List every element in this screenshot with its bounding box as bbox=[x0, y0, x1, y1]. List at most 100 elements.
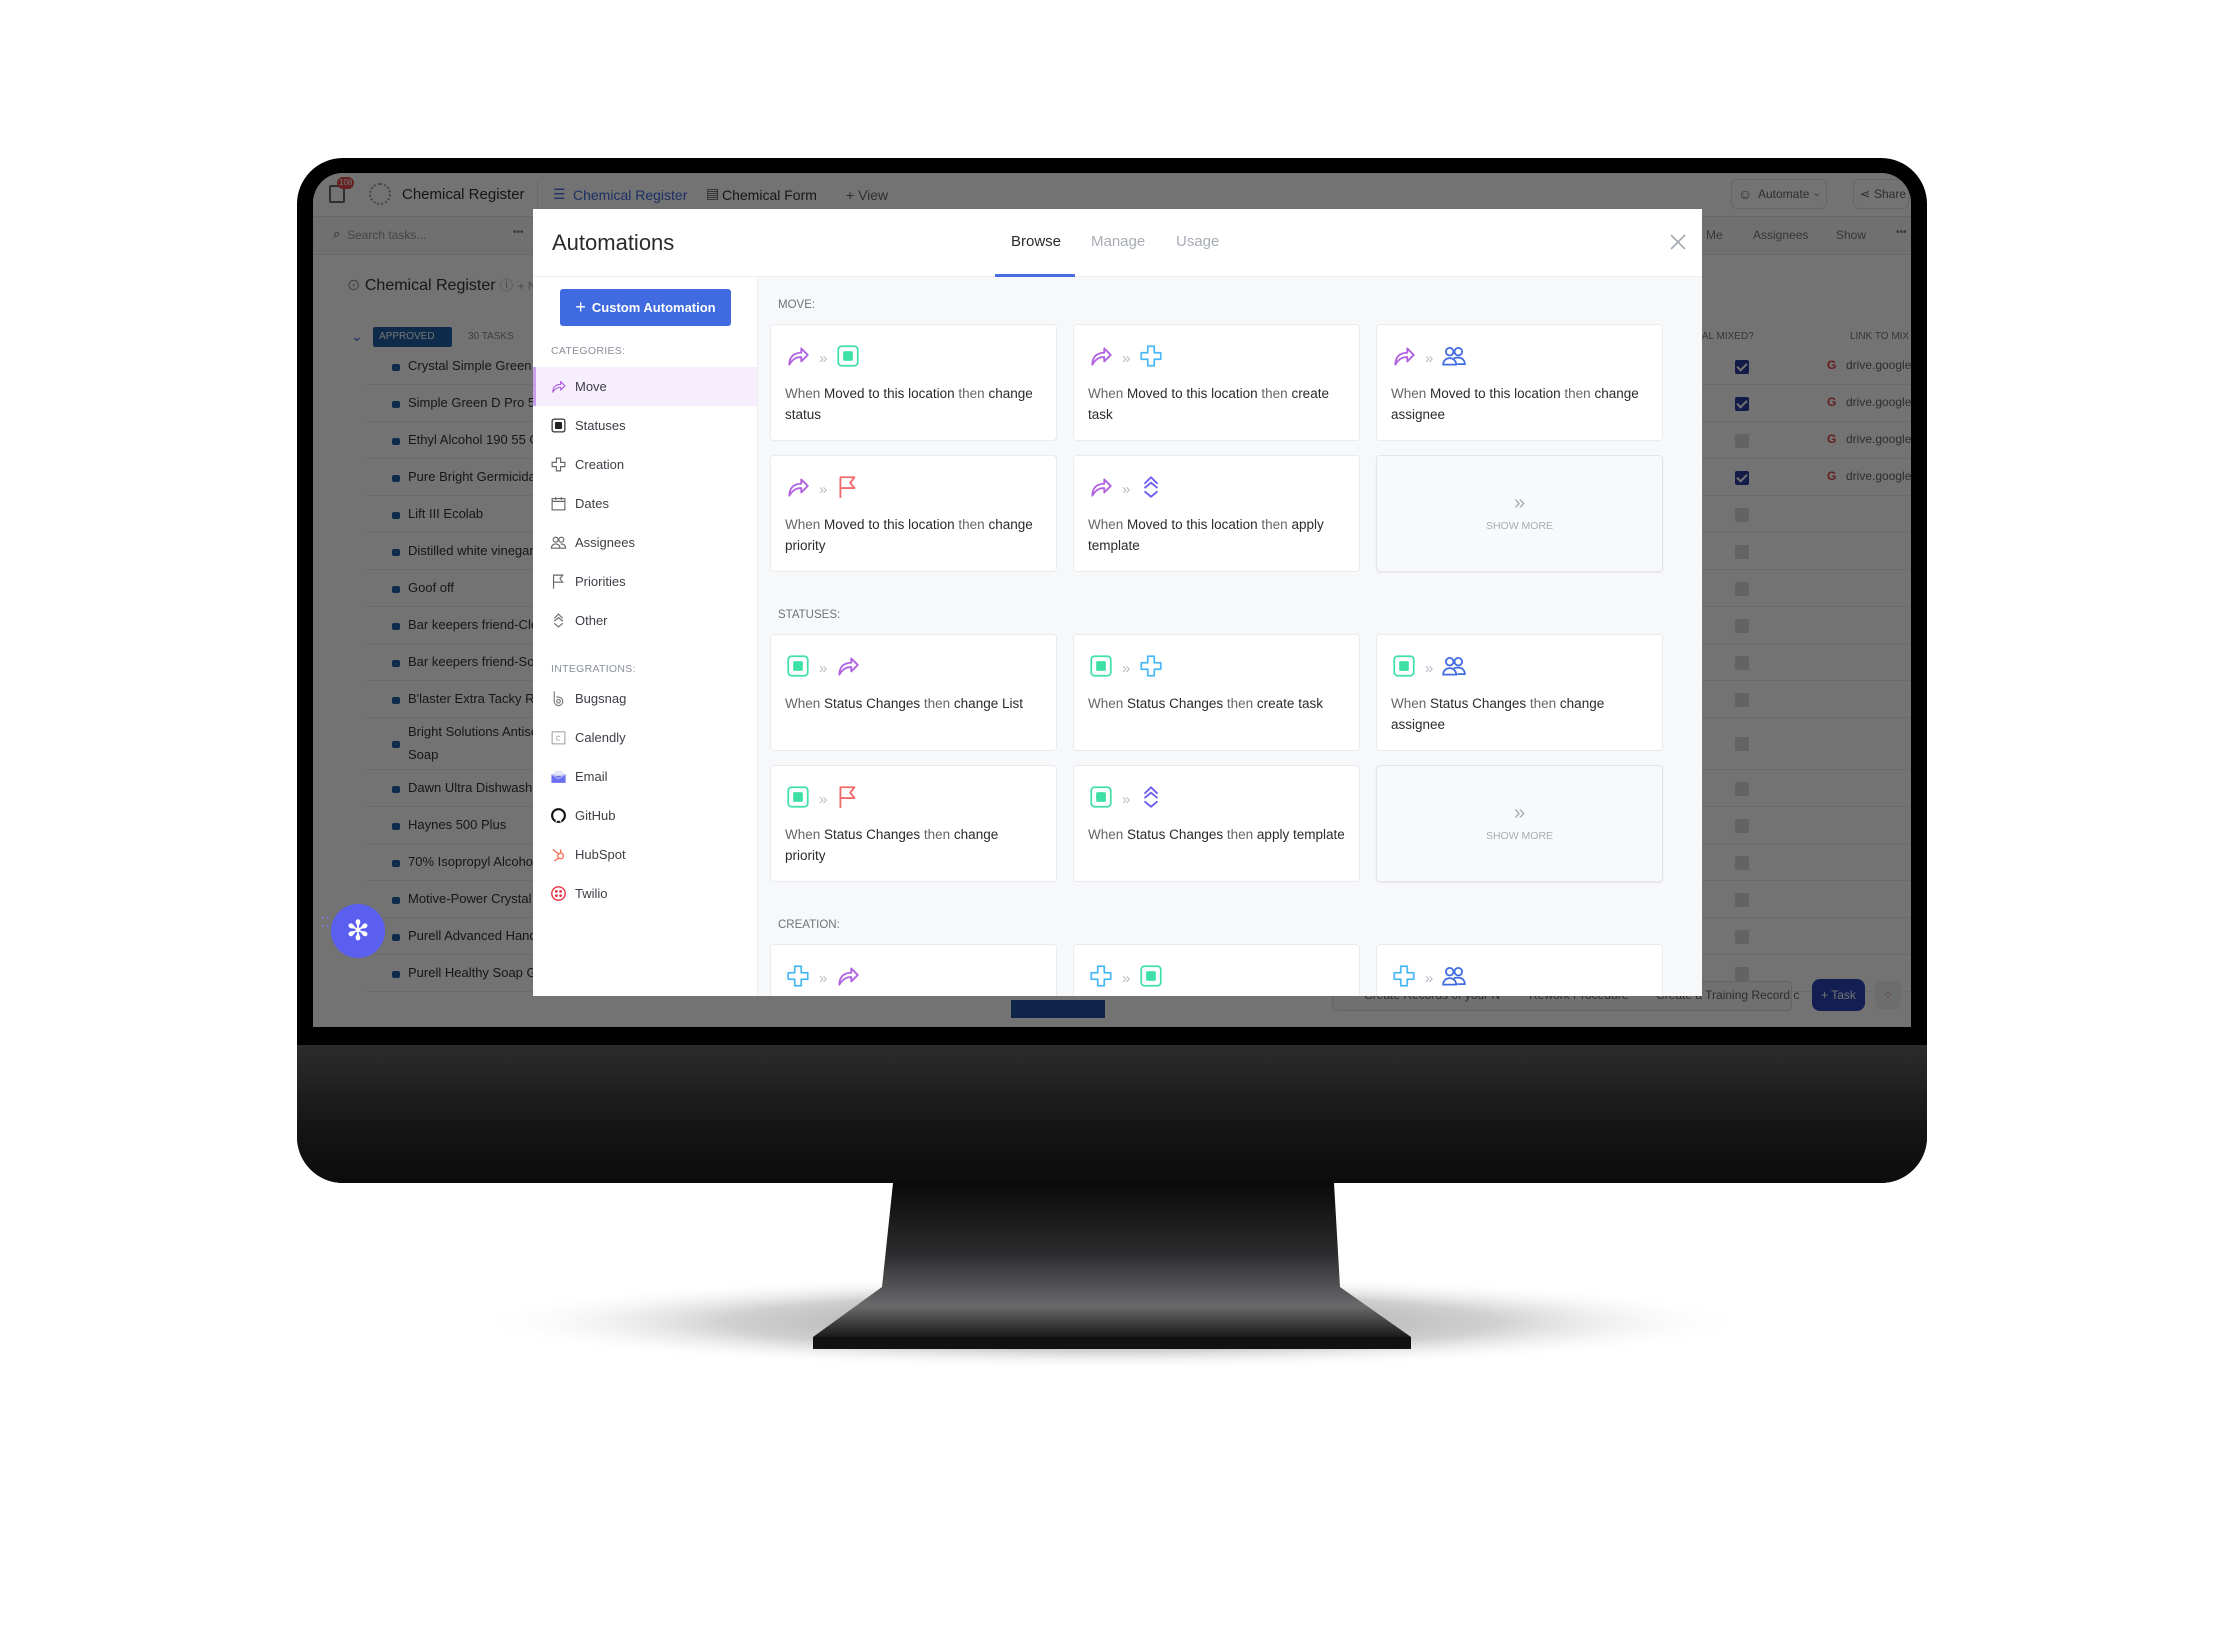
sidebar-item-statuses[interactable]: Statuses bbox=[533, 406, 757, 445]
automation-card[interactable]: » When Status Changes then apply template bbox=[1073, 765, 1360, 882]
mixed-checkbox[interactable] bbox=[1735, 433, 1749, 448]
drive-link[interactable]: drive.google.c bbox=[1846, 395, 1911, 409]
mixed-checkbox[interactable] bbox=[1735, 737, 1749, 751]
card-text-trigger: Status Changes bbox=[1127, 696, 1224, 711]
sidebar-item-email[interactable]: Email bbox=[533, 757, 757, 796]
task-name[interactable]: Lift III Ecolab bbox=[408, 506, 483, 521]
mixed-checkbox[interactable] bbox=[1735, 692, 1749, 707]
automation-card[interactable]: » When Moved to this location then change… bbox=[1376, 324, 1663, 441]
card-text-then: then bbox=[1261, 386, 1288, 401]
automation-card[interactable]: » When Moved to this location then apply … bbox=[1073, 455, 1360, 572]
sidebar-item-move[interactable]: Move bbox=[533, 367, 757, 406]
task-name[interactable]: Ethyl Alcohol 190 55 G bbox=[408, 432, 540, 447]
status-dot bbox=[392, 548, 400, 556]
status-badge[interactable]: APPROVED bbox=[373, 327, 452, 347]
show-button[interactable]: Show bbox=[1836, 228, 1866, 242]
mixed-checkbox[interactable] bbox=[1735, 396, 1749, 411]
sidebar-item-priorities[interactable]: Priorities bbox=[533, 562, 757, 601]
group-collapse-icon[interactable]: ⌄ bbox=[351, 328, 363, 345]
assignees-filter[interactable]: Assignees bbox=[1753, 228, 1808, 242]
task-name[interactable]: B'laster Extra Tacky Re bbox=[408, 691, 542, 706]
drive-link[interactable]: drive.google.c bbox=[1846, 469, 1911, 483]
drive-link[interactable]: drive.google.c bbox=[1846, 432, 1911, 446]
automation-card[interactable]: » When Moved to this location then change… bbox=[770, 455, 1057, 572]
card-text-when: When bbox=[1088, 696, 1124, 711]
people-icon bbox=[1441, 343, 1467, 374]
search-input[interactable]: Search tasks... bbox=[347, 228, 426, 242]
mixed-checkbox[interactable] bbox=[1735, 892, 1749, 907]
search-more-button[interactable]: ••• bbox=[513, 227, 524, 238]
mixed-checkbox[interactable] bbox=[1735, 507, 1749, 522]
automation-card[interactable]: » When Status Changes then change priorit… bbox=[770, 765, 1057, 882]
add-view-button[interactable]: + View bbox=[846, 187, 888, 203]
apps-grid-icon[interactable]: ⁘ bbox=[1875, 981, 1901, 1009]
mixed-checkbox[interactable] bbox=[1735, 655, 1749, 670]
task-name[interactable]: Crystal Simple Green 5 bbox=[408, 358, 542, 373]
mixed-checkbox[interactable] bbox=[1735, 359, 1749, 374]
card-text-when: When bbox=[1088, 517, 1124, 532]
automation-card[interactable]: » When Moved to this location then create… bbox=[1073, 324, 1360, 441]
card-icons: » bbox=[785, 784, 861, 815]
task-name[interactable]: Pure Bright Germicida bbox=[408, 469, 536, 484]
task-name[interactable]: Motive-Power Crystal bbox=[408, 891, 532, 906]
card-text-trigger: Status Changes bbox=[1127, 827, 1224, 842]
automate-button[interactable]: ☺ Automate ⌄ bbox=[1731, 179, 1827, 209]
column-header-link[interactable]: LINK TO MIX bbox=[1850, 331, 1909, 342]
task-name[interactable]: Bar keepers friend-Sof bbox=[408, 654, 538, 669]
custom-automation-button[interactable]: + Custom Automation bbox=[560, 289, 731, 326]
task-name[interactable]: Simple Green D Pro 5 bbox=[408, 395, 535, 410]
card-description: When Moved to this location then change … bbox=[1391, 383, 1648, 425]
chevron-down-icon[interactable]: ⌄ bbox=[1812, 186, 1821, 199]
me-filter[interactable]: Me bbox=[1706, 228, 1723, 242]
close-icon[interactable] bbox=[1667, 231, 1689, 253]
plus-icon bbox=[1138, 653, 1164, 684]
sidebar-item-github[interactable]: GitHub bbox=[533, 796, 757, 835]
drive-link[interactable]: drive.google.c bbox=[1846, 358, 1911, 372]
sidebar-item-twilio[interactable]: Twilio bbox=[533, 874, 757, 913]
drag-handle-icon[interactable]: ⁚⁚ bbox=[321, 915, 330, 929]
task-name[interactable]: Bright Solutions Antise bbox=[408, 724, 538, 739]
collapse-icon[interactable]: ⊙ bbox=[347, 277, 360, 294]
mixed-checkbox[interactable] bbox=[1735, 470, 1749, 485]
mixed-checkbox[interactable] bbox=[1735, 855, 1749, 870]
automation-card[interactable]: » When Moved to this location then change… bbox=[770, 324, 1057, 441]
tab-manage[interactable]: Manage bbox=[1091, 233, 1145, 250]
sidebar-item-assignees[interactable]: Assignees bbox=[533, 523, 757, 562]
automation-card[interactable]: »When Task Created then change List bbox=[770, 944, 1057, 996]
floating-action-button[interactable]: ✻ bbox=[331, 904, 385, 958]
add-task-button[interactable]: + Task bbox=[1812, 979, 1865, 1011]
automation-card[interactable]: »When Task Created then change assignee bbox=[1376, 944, 1663, 996]
sidebar-item-hubspot[interactable]: HubSpot bbox=[533, 835, 757, 874]
sidebar-item-creation[interactable]: Creation bbox=[533, 445, 757, 484]
show-more-card[interactable]: » SHOW MORE bbox=[1376, 455, 1663, 572]
mixed-checkbox[interactable] bbox=[1735, 618, 1749, 633]
automation-card[interactable]: »When Task Created then change status bbox=[1073, 944, 1360, 996]
mixed-checkbox[interactable] bbox=[1735, 544, 1749, 559]
categories-label: CATEGORIES: bbox=[551, 345, 626, 357]
task-name[interactable]: Goof off bbox=[408, 580, 454, 595]
automation-card[interactable]: » When Status Changes then create task bbox=[1073, 634, 1360, 751]
share-button[interactable]: ⋖ Share bbox=[1853, 179, 1909, 209]
mixed-checkbox[interactable] bbox=[1735, 581, 1749, 596]
mixed-checkbox[interactable] bbox=[1735, 781, 1749, 796]
card-text-then: then bbox=[1261, 517, 1288, 532]
show-more-card[interactable]: » SHOW MORE bbox=[1376, 765, 1663, 882]
task-name[interactable]: Haynes 500 Plus bbox=[408, 817, 506, 832]
sidebar-item-bugsnag[interactable]: Bugsnag bbox=[533, 679, 757, 718]
sidebar-item-other[interactable]: Other bbox=[533, 601, 757, 640]
task-name[interactable]: 70% Isopropyl Alcoho bbox=[408, 854, 533, 869]
task-name[interactable]: Distilled white vinegar bbox=[408, 543, 534, 558]
task-name[interactable]: Dawn Ultra Dishwashi bbox=[408, 780, 535, 795]
sidebar-item-label: HubSpot bbox=[575, 847, 626, 862]
automation-card[interactable]: » When Status Changes then change assigne… bbox=[1376, 634, 1663, 751]
toolbar-more-button[interactable]: ••• bbox=[1896, 227, 1907, 238]
tab-chemical-register[interactable]: Chemical Register bbox=[573, 187, 687, 203]
sidebar-item-calendly[interactable]: Calendly bbox=[533, 718, 757, 757]
tab-usage[interactable]: Usage bbox=[1176, 233, 1219, 250]
task-name[interactable]: Bar keepers friend-Cle bbox=[408, 617, 538, 632]
tab-browse[interactable]: Browse bbox=[1011, 233, 1061, 250]
tab-chemical-form[interactable]: Chemical Form bbox=[722, 187, 817, 203]
automation-card[interactable]: » When Status Changes then change List bbox=[770, 634, 1057, 751]
mixed-checkbox[interactable] bbox=[1735, 818, 1749, 833]
sidebar-item-dates[interactable]: Dates bbox=[533, 484, 757, 523]
